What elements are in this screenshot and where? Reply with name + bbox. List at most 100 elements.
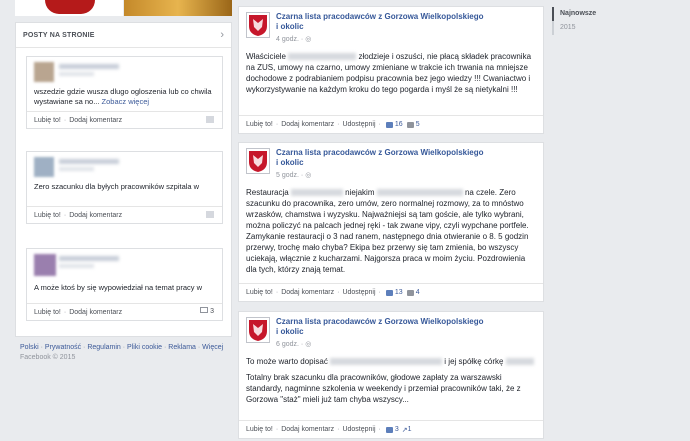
post-time[interactable] bbox=[59, 167, 94, 171]
post-time[interactable]: 4 godz. · ◎ bbox=[276, 35, 311, 43]
comments-count[interactable]: 4 bbox=[416, 289, 420, 296]
footer-link-more[interactable]: Więcej bbox=[202, 344, 223, 351]
page-logo[interactable] bbox=[246, 317, 270, 343]
timeline-nav-latest[interactable]: Najnowsze bbox=[552, 7, 612, 21]
post-text-mid: niejakim bbox=[345, 188, 375, 197]
comment-link[interactable]: Dodaj komentarz bbox=[281, 121, 334, 128]
mini-post-header bbox=[27, 57, 222, 87]
cover-art bbox=[45, 0, 95, 14]
crest-icon bbox=[249, 151, 267, 172]
post-header: Czarna lista pracodawców z Gorzowa Wielk… bbox=[239, 7, 543, 43]
mini-post-text: Zero szacunku dla byłych pracowników szp… bbox=[27, 182, 222, 206]
redacted-name bbox=[290, 189, 343, 197]
author-name[interactable] bbox=[59, 159, 119, 164]
comment-count-value: 3 bbox=[210, 308, 214, 315]
comment-link[interactable]: Dodaj komentarz bbox=[281, 289, 334, 296]
mini-post-text: A może ktoś by się wypowiedział na temat… bbox=[27, 283, 222, 303]
post-text-mid2: na czele. bbox=[464, 188, 497, 197]
share-link[interactable]: Udostępnij bbox=[342, 289, 375, 296]
timeline-nav: Najnowsze 2015 bbox=[552, 7, 612, 35]
separator: · bbox=[275, 426, 279, 433]
post-text-mid: i jej spółkę córkę bbox=[444, 357, 504, 366]
mini-post: A może ktoś by się wypowiedział na temat… bbox=[26, 248, 223, 321]
page-posts-box: POSTY NA STRONIE › wszedzie gdzie wusza … bbox=[15, 22, 232, 337]
footer-link-ads[interactable]: Reklama bbox=[168, 344, 196, 351]
page-logo[interactable] bbox=[246, 148, 270, 174]
footer-link-privacy[interactable]: Prywatność bbox=[45, 344, 81, 351]
post-time[interactable]: 5 godz. · ◎ bbox=[276, 171, 311, 179]
copyright: Facebook © 2015 bbox=[20, 354, 76, 361]
post-time-value: 5 godz. bbox=[276, 172, 299, 179]
like-link[interactable]: Lubię to! bbox=[246, 289, 273, 296]
cover-photo-right bbox=[124, 0, 232, 16]
post-actions: Lubię to! · Dodaj komentarz · Udostępnij… bbox=[239, 115, 543, 133]
like-link[interactable]: Lubię to! bbox=[34, 309, 61, 316]
redacted-name bbox=[376, 189, 463, 197]
see-more-link[interactable]: Zobacz więcej bbox=[102, 97, 150, 106]
post-header: Czarna lista pracodawców z Gorzowa Wielk… bbox=[239, 143, 543, 179]
like-link[interactable]: Lubię to! bbox=[246, 121, 273, 128]
page-footer: Polski · Prywatność · Regulamin · Pliki … bbox=[20, 343, 230, 363]
comment-link[interactable]: Dodaj komentarz bbox=[69, 212, 122, 219]
likes-count[interactable]: 16 bbox=[395, 121, 403, 128]
separator: · bbox=[275, 121, 279, 128]
likes-count[interactable]: 13 bbox=[395, 289, 403, 296]
mini-post-actions: Lubię to! · Dodaj komentarz bbox=[27, 206, 222, 223]
shares-count[interactable]: 1 bbox=[408, 426, 412, 433]
page-name-link[interactable]: Czarna lista pracodawców z Gorzowa Wielk… bbox=[276, 317, 486, 337]
post-first-line: To może warto dopisać i jej spółkę córkę bbox=[246, 356, 536, 367]
globe-icon: ◎ bbox=[305, 172, 312, 179]
mini-post-body: Zero szacunku dla byłych pracowników szp… bbox=[34, 182, 200, 191]
comment-link[interactable]: Dodaj komentarz bbox=[69, 117, 122, 124]
cover-photo-left bbox=[15, 0, 123, 16]
post-actions: Lubię to! · Dodaj komentarz · Udostępnij… bbox=[239, 283, 543, 301]
posts-box-header[interactable]: POSTY NA STRONIE › bbox=[16, 23, 231, 48]
post-text: Zero szacunku do pracownika, zero umów, … bbox=[246, 188, 529, 274]
comment-link[interactable]: Dodaj komentarz bbox=[69, 309, 122, 316]
post-time[interactable] bbox=[59, 264, 94, 268]
chevron-right-icon[interactable]: › bbox=[220, 29, 224, 41]
crest-icon bbox=[249, 320, 267, 341]
avatar[interactable] bbox=[34, 254, 56, 276]
comment-count[interactable]: 3 bbox=[200, 307, 214, 315]
comment-icon[interactable] bbox=[206, 116, 214, 123]
mini-post-header bbox=[27, 152, 222, 182]
author-name[interactable] bbox=[59, 256, 119, 261]
comment-icon[interactable] bbox=[206, 211, 214, 218]
likes-count[interactable]: 3 bbox=[395, 426, 399, 433]
share-link[interactable]: Udostępnij bbox=[342, 426, 375, 433]
like-link[interactable]: Lubię to! bbox=[34, 212, 61, 219]
post-body: Właściciele złodzieje i oszuści, nie pła… bbox=[239, 43, 543, 95]
like-link[interactable]: Lubię to! bbox=[246, 426, 273, 433]
redacted-name bbox=[330, 358, 443, 366]
footer-link-cookies[interactable]: Pliki cookie bbox=[127, 344, 162, 351]
share-link[interactable]: Udostępnij bbox=[342, 121, 375, 128]
redacted-name bbox=[505, 358, 534, 366]
feed-post: Czarna lista pracodawców z Gorzowa Wielk… bbox=[238, 6, 544, 134]
thumbs-up-icon bbox=[385, 426, 393, 433]
mini-post-actions: Lubię to! · Dodaj komentarz bbox=[27, 111, 222, 128]
avatar[interactable] bbox=[34, 62, 54, 82]
separator: · bbox=[378, 121, 381, 128]
like-link[interactable]: Lubię to! bbox=[34, 117, 61, 124]
feed-post: Czarna lista pracodawców z Gorzowa Wielk… bbox=[238, 142, 544, 302]
footer-link-terms[interactable]: Regulamin bbox=[87, 344, 120, 351]
comments-count[interactable]: 5 bbox=[416, 121, 420, 128]
footer-link-language[interactable]: Polski bbox=[20, 344, 39, 351]
author-name[interactable] bbox=[59, 64, 119, 69]
globe-icon: ◎ bbox=[305, 341, 312, 348]
thumbs-up-icon bbox=[385, 289, 393, 296]
comment-link[interactable]: Dodaj komentarz bbox=[281, 426, 334, 433]
timeline-nav-2015[interactable]: 2015 bbox=[552, 21, 612, 35]
page-logo[interactable] bbox=[246, 12, 270, 38]
mini-post-text: wszedzie gdzie wusza dlugo ogloszenia lu… bbox=[27, 87, 222, 111]
post-time[interactable]: 6 godz. · ◎ bbox=[276, 340, 311, 348]
avatar[interactable] bbox=[34, 157, 54, 177]
post-text-prefix: To może warto dopisać bbox=[246, 357, 328, 366]
page-name-link[interactable]: Czarna lista pracodawców z Gorzowa Wielk… bbox=[276, 12, 486, 32]
post-time[interactable] bbox=[59, 72, 94, 76]
page-name-link[interactable]: Czarna lista pracodawców z Gorzowa Wielk… bbox=[276, 148, 486, 168]
post-body: To może warto dopisać i jej spółkę córkę… bbox=[239, 348, 543, 405]
separator: · bbox=[337, 289, 340, 296]
crest-icon bbox=[249, 15, 267, 36]
